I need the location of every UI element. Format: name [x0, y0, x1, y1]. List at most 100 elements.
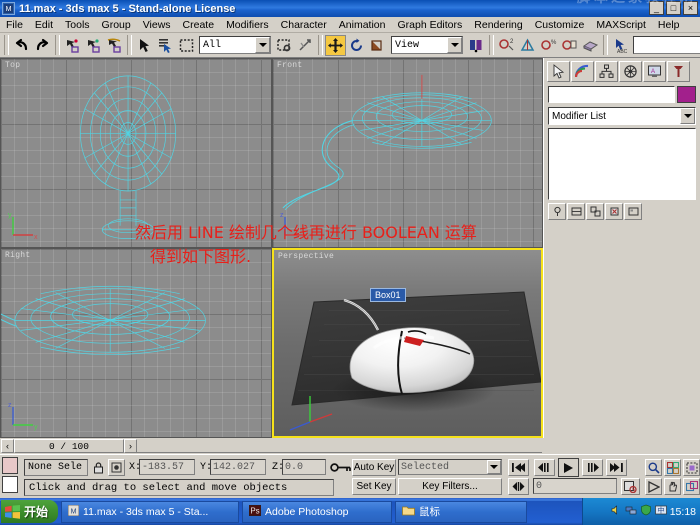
volume-icon[interactable] — [610, 503, 622, 521]
object-color-swatch[interactable] — [677, 86, 696, 103]
make-unique-button[interactable] — [586, 203, 604, 220]
taskbar-item-photoshop[interactable]: Ps Adobe Photoshop — [242, 500, 393, 523]
modifier-stack-list[interactable] — [548, 128, 696, 200]
z-coordinate-field[interactable]: 0.0 — [282, 459, 326, 475]
material-editor-icon[interactable] — [580, 35, 601, 56]
field-of-view-button[interactable] — [645, 478, 662, 495]
chevron-down-icon[interactable] — [680, 108, 695, 124]
network-icon[interactable] — [625, 503, 637, 521]
auto-key-button[interactable]: Auto Key — [352, 459, 396, 476]
viewport-front[interactable]: Front x z — [272, 58, 543, 248]
select-and-link-icon[interactable] — [62, 35, 83, 56]
modifier-list-dropdown[interactable]: Modifier List — [548, 107, 696, 125]
current-frame-field[interactable]: 0 — [533, 478, 617, 494]
taskbar-item-max[interactable]: M 11.max - 3ds max 5 - Sta... — [61, 500, 240, 523]
close-button[interactable]: × — [683, 1, 698, 15]
menu-modifiers[interactable]: Modifiers — [220, 18, 275, 32]
menu-customize[interactable]: Customize — [529, 18, 591, 32]
command-tab-create[interactable] — [547, 61, 570, 82]
rectangular-selection-region-icon[interactable] — [176, 35, 197, 56]
zoom-all-button[interactable] — [664, 459, 681, 476]
chevron-down-icon[interactable] — [487, 460, 501, 474]
mirror-icon[interactable]: 2 — [496, 35, 517, 56]
menu-graph-editors[interactable]: Graph Editors — [391, 18, 468, 32]
command-tab-utilities[interactable] — [667, 61, 690, 82]
maxscript-mini-listener-white[interactable] — [2, 476, 18, 493]
named-selection-combo[interactable] — [633, 36, 700, 54]
menu-maxscript[interactable]: MAXScript — [590, 18, 652, 32]
viewport-perspective[interactable]: Perspective Box01 — [272, 248, 543, 438]
time-slider[interactable]: 0 / 100 — [14, 439, 124, 453]
shield-icon[interactable] — [640, 503, 652, 521]
remove-modifier-button[interactable] — [605, 203, 623, 220]
pan-hand-button[interactable] — [664, 478, 681, 495]
menu-tools[interactable]: Tools — [59, 18, 96, 32]
layer-manager-icon[interactable] — [559, 35, 580, 56]
go-to-end-button[interactable] — [606, 459, 627, 476]
ime-icon[interactable]: 中 — [654, 503, 667, 521]
redo-icon[interactable] — [32, 35, 53, 56]
selection-filter-combo[interactable]: All — [199, 36, 271, 54]
viewport-top[interactable]: Top x y — [0, 58, 272, 248]
menu-views[interactable]: Views — [137, 18, 177, 32]
zoom-extents-button[interactable] — [683, 459, 700, 476]
next-frame-button[interactable] — [582, 459, 603, 476]
taskbar-item-folder[interactable]: 鼠标 — [395, 500, 528, 523]
menu-file[interactable]: File — [0, 18, 29, 32]
unlink-selection-icon[interactable] — [83, 35, 104, 56]
key-filters-button[interactable]: Key Filters... — [398, 478, 502, 495]
align-icon[interactable] — [517, 35, 538, 56]
menu-edit[interactable]: Edit — [29, 18, 59, 32]
time-previous-button[interactable]: ‹ — [1, 439, 14, 453]
command-tab-display[interactable]: A — [643, 61, 666, 82]
zoom-button[interactable] — [645, 459, 662, 476]
menu-rendering[interactable]: Rendering — [468, 18, 528, 32]
select-object-arrow-icon[interactable] — [134, 35, 155, 56]
key-mode-dropdown[interactable]: Selected — [398, 459, 502, 475]
chevron-down-icon[interactable] — [255, 37, 270, 53]
key-icon[interactable] — [330, 461, 352, 479]
x-coordinate-field[interactable]: -183.57 — [139, 459, 195, 475]
restore-button[interactable]: □ — [666, 1, 681, 15]
time-configuration-button[interactable] — [621, 478, 640, 495]
viewport-right[interactable]: Right y z — [0, 248, 272, 438]
object-name-input[interactable] — [548, 86, 675, 103]
select-and-rotate-icon[interactable] — [346, 35, 367, 56]
key-mode-toggle-button[interactable] — [508, 478, 529, 495]
set-key-button[interactable]: Set Key — [352, 478, 396, 495]
play-animation-button[interactable] — [558, 458, 579, 477]
bind-space-warp-icon[interactable] — [104, 35, 125, 56]
lock-selection-icon[interactable] — [91, 460, 105, 475]
configure-sets-button[interactable] — [624, 203, 642, 220]
menu-animation[interactable]: Animation — [333, 18, 392, 32]
go-to-start-button[interactable] — [508, 459, 529, 476]
menu-group[interactable]: Group — [96, 18, 137, 32]
reference-coordinate-combo[interactable]: View — [391, 36, 463, 54]
y-coordinate-field[interactable]: 142.027 — [210, 459, 266, 475]
show-end-result-button[interactable] — [567, 203, 585, 220]
named-selection-sets-icon[interactable]: ABC — [610, 35, 631, 56]
select-and-scale-icon[interactable] — [367, 35, 388, 56]
command-tab-hierarchy[interactable] — [595, 61, 618, 82]
use-pivot-point-center-icon[interactable] — [466, 35, 487, 56]
tray-clock[interactable]: 15:18 — [670, 506, 696, 518]
select-and-manipulate-icon[interactable] — [274, 35, 295, 56]
chevron-down-icon[interactable] — [447, 37, 462, 53]
pin-stack-button[interactable] — [548, 203, 566, 220]
time-next-button[interactable]: › — [124, 439, 137, 453]
command-tab-motion[interactable] — [619, 61, 642, 82]
array-icon[interactable]: % — [538, 35, 559, 56]
select-by-name-icon[interactable] — [155, 35, 176, 56]
command-tab-modify[interactable] — [571, 61, 594, 82]
menu-create[interactable]: Create — [177, 18, 221, 32]
menu-help[interactable]: Help — [652, 18, 686, 32]
minimize-button[interactable]: _ — [649, 1, 664, 15]
zoom-region-button[interactable] — [683, 478, 700, 495]
track-bar[interactable] — [137, 439, 542, 453]
crossing-selection-icon[interactable] — [295, 35, 316, 56]
undo-icon[interactable] — [11, 35, 32, 56]
select-and-move-icon[interactable] — [325, 34, 346, 56]
maxscript-mini-listener-pink[interactable] — [2, 457, 18, 474]
start-button[interactable]: 开始 — [1, 500, 59, 523]
previous-frame-button[interactable] — [534, 459, 555, 476]
